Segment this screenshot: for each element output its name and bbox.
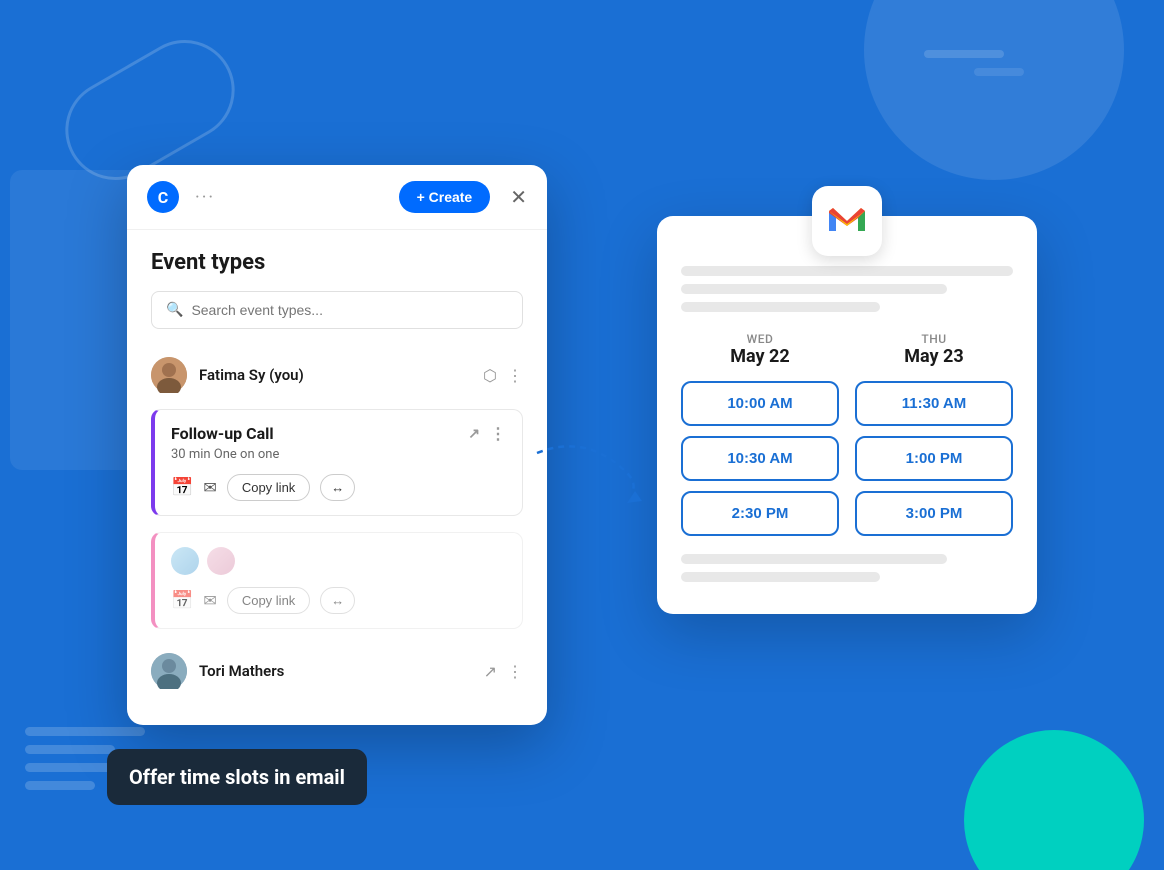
gmail-footer-lines (681, 554, 1013, 582)
time-slot-1000[interactable]: 10:00 AM (681, 381, 839, 426)
embed-button[interactable]: ↔ (320, 474, 355, 501)
calendly-header: C ··· + Create ✕ (127, 165, 547, 230)
gmail-line-2 (681, 284, 947, 294)
add-to-calendar-icon-2[interactable]: 📅 (171, 590, 193, 611)
email-icon-2[interactable]: ✉ (203, 591, 216, 610)
user-name-tori: Tori Mathers (199, 662, 472, 680)
avatar-row (171, 547, 506, 575)
calendar-grid: WED May 22 10:00 AM 10:30 AM 2:30 PM THU… (681, 332, 1013, 536)
time-slot-1030[interactable]: 10:30 AM (681, 436, 839, 481)
gmail-line-1 (681, 266, 1013, 276)
tooltip-text: Offer time slots in email (129, 765, 345, 789)
event-card-followup: Follow-up Call ↗ ⋮ 30 min One on one 📅 ✉… (151, 409, 523, 516)
avatar-fatima (151, 357, 187, 393)
calendar-col-1: WED May 22 10:00 AM 10:30 AM 2:30 PM (681, 332, 839, 536)
more-options-icon-2[interactable]: ⋮ (507, 662, 523, 681)
external-link-icon[interactable]: ⬡ (483, 366, 497, 385)
time-slot-1500[interactable]: 3:00 PM (855, 491, 1013, 536)
event-title-text: Follow-up Call (171, 424, 274, 443)
calendar-col-2: THU May 23 11:30 AM 1:00 PM 3:00 PM (855, 332, 1013, 536)
event-external-link-icon[interactable]: ↗ (468, 426, 480, 442)
event2-actions: 📅 ✉ Copy link ↔ (171, 587, 506, 614)
event-title-row: Follow-up Call ↗ ⋮ (171, 424, 506, 443)
col1-header: WED May 22 (681, 332, 839, 367)
gmail-footer-line-2 (681, 572, 880, 582)
search-icon: 🔍 (166, 302, 183, 318)
copy-link-button-2[interactable]: Copy link (227, 587, 310, 614)
calendly-panel: C ··· + Create ✕ Event types 🔍 (127, 145, 547, 725)
user-row-fatima: Fatima Sy (you) ⬡ ⋮ (151, 349, 523, 401)
col1-day: WED (681, 332, 839, 346)
tooltip: Offer time slots in email (107, 749, 367, 805)
col1-date: May 22 (681, 346, 839, 367)
more-options-icon[interactable]: ⋮ (507, 366, 523, 385)
calendly-logo: C (147, 181, 179, 213)
small-avatar-1 (171, 547, 199, 575)
copy-link-button[interactable]: Copy link (227, 474, 310, 501)
col2-date: May 23 (855, 346, 1013, 367)
user-row2-actions: ↗ ⋮ (484, 662, 523, 681)
email-icon[interactable]: ✉ (203, 478, 216, 497)
header-menu-dots[interactable]: ··· (195, 187, 387, 208)
gmail-card: WED May 22 10:00 AM 10:30 AM 2:30 PM THU… (657, 216, 1037, 614)
search-input[interactable] (191, 302, 508, 318)
dashed-arrow (527, 433, 647, 517)
event-card-2: 📅 ✉ Copy link ↔ (151, 532, 523, 629)
create-button[interactable]: + Create (399, 181, 491, 213)
time-slot-1300[interactable]: 1:00 PM (855, 436, 1013, 481)
event-more-icon[interactable]: ⋮ (490, 424, 506, 443)
col2-day: THU (855, 332, 1013, 346)
gmail-panel: WED May 22 10:00 AM 10:30 AM 2:30 PM THU… (657, 216, 1037, 614)
gmail-icon-badge (812, 186, 882, 256)
calendly-body: Event types 🔍 Fatima Sy (you (127, 230, 547, 725)
external-link-icon-2[interactable]: ↗ (484, 662, 497, 681)
user-row-tori: Tori Mathers ↗ ⋮ (151, 645, 523, 697)
gmail-line-3 (681, 302, 880, 312)
close-button[interactable]: ✕ (510, 185, 527, 210)
event-title-actions: ↗ ⋮ (468, 424, 506, 443)
add-to-calendar-icon[interactable]: 📅 (171, 477, 193, 498)
user-name-fatima: Fatima Sy (you) (199, 366, 471, 384)
small-avatar-2 (207, 547, 235, 575)
calendly-card: C ··· + Create ✕ Event types 🔍 (127, 165, 547, 725)
time-slot-1430[interactable]: 2:30 PM (681, 491, 839, 536)
event-meta: 30 min One on one (171, 447, 506, 462)
gmail-header-lines (681, 266, 1013, 312)
avatar-tori (151, 653, 187, 689)
gmail-footer-line-1 (681, 554, 947, 564)
search-box[interactable]: 🔍 (151, 291, 523, 329)
page-title: Event types (151, 250, 523, 275)
time-slot-1130[interactable]: 11:30 AM (855, 381, 1013, 426)
event-actions: 📅 ✉ Copy link ↔ (171, 474, 506, 501)
embed-button-2[interactable]: ↔ (320, 587, 355, 614)
col2-header: THU May 23 (855, 332, 1013, 367)
user-row-actions: ⬡ ⋮ (483, 366, 523, 385)
